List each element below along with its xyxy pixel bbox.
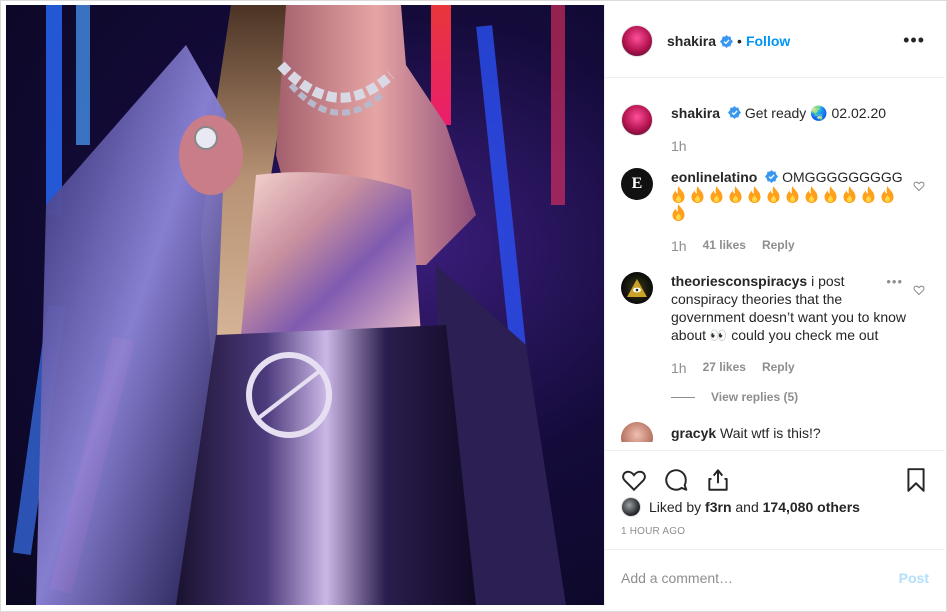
eye-pyramid-icon [627, 279, 647, 297]
fire-emoji-icon [824, 186, 837, 203]
commenter-avatar[interactable]: E [621, 168, 653, 200]
caption-avatar[interactable] [621, 104, 653, 136]
post-actions-bar [605, 450, 945, 498]
commenter-username[interactable]: theoriesconspiracys [671, 273, 807, 289]
view-replies-line [671, 396, 695, 398]
comment-like-heart-icon[interactable] [913, 284, 925, 296]
liker-avatar[interactable] [621, 497, 641, 517]
caption-username[interactable]: shakira [671, 105, 720, 121]
fire-emoji-icon [672, 204, 685, 221]
comment-time[interactable]: 1h [671, 360, 687, 376]
instagram-post: shakira • Follow ••• shakira Get ready 🌏… [0, 0, 947, 612]
commenter-avatar[interactable] [621, 272, 653, 304]
liked-by-and: and [735, 499, 759, 515]
comment-more-options-icon[interactable]: ••• [886, 274, 903, 289]
verified-badge-icon [765, 170, 779, 183]
separator-dot: • [737, 33, 742, 49]
comments-list[interactable]: shakira Get ready 🌏 02.02.20 1h E eonlin… [605, 78, 945, 450]
photo-illustration [12, 5, 566, 605]
post-side-panel: shakira • Follow ••• shakira Get ready 🌏… [604, 5, 945, 605]
more-options-icon[interactable]: ••• [903, 31, 925, 49]
view-replies-label: View replies (5) [711, 390, 799, 404]
verified-badge-icon [727, 106, 741, 119]
add-comment-input[interactable] [621, 569, 899, 586]
view-replies-button[interactable]: View replies (5) [671, 390, 929, 404]
verified-badge-icon [720, 34, 734, 48]
liked-by-prefix: Liked by [649, 499, 702, 515]
commenter-avatar[interactable] [621, 422, 653, 442]
fire-emoji-icon [881, 186, 894, 203]
post-header: shakira • Follow ••• [605, 5, 945, 78]
follow-button[interactable]: Follow [746, 33, 790, 49]
caption-time[interactable]: 1h [671, 138, 687, 154]
post-time-ago[interactable]: 1 HOUR AGO [621, 526, 685, 537]
post-photo[interactable] [6, 5, 604, 605]
fire-emoji-icon [767, 186, 780, 203]
eonline-logo-icon: E [631, 175, 643, 192]
bookmark-icon[interactable] [903, 467, 929, 493]
comment-text: Wait wtf is this!? [720, 425, 821, 441]
comment-item-partial: gracyk Wait wtf is this!? [621, 422, 929, 442]
caption-text: Get ready 🌏 02.02.20 [744, 105, 887, 121]
liked-by-others[interactable]: 174,080 others [763, 499, 860, 515]
comment-likes[interactable]: 27 likes [703, 360, 746, 376]
caption: shakira Get ready 🌏 02.02.20 1h [621, 78, 929, 154]
fire-emoji-icon [786, 186, 799, 203]
comment-like-heart-icon[interactable] [913, 180, 925, 192]
post-comment-button[interactable]: Post [899, 570, 929, 586]
reply-button[interactable]: Reply [762, 360, 795, 376]
author-avatar[interactable] [621, 25, 653, 57]
liked-by: Liked by f3rn and 174,080 others [621, 497, 929, 517]
fire-emoji-icon [843, 186, 856, 203]
comment-item: theoriesconspiracys i post conspiracy th… [621, 254, 929, 376]
comment-time[interactable]: 1h [671, 238, 687, 254]
fire-emoji-icon [862, 186, 875, 203]
heart-icon[interactable] [621, 467, 647, 493]
fire-emoji-icon [691, 186, 704, 203]
comment-text: OMGGGGGGGGG [782, 169, 903, 185]
commenter-username[interactable]: gracyk [671, 425, 716, 441]
liked-by-user[interactable]: f3rn [705, 499, 731, 515]
author-username[interactable]: shakira [667, 33, 716, 49]
commenter-username[interactable]: eonlinelatino [671, 169, 757, 185]
fire-emoji-icon [672, 186, 685, 203]
fire-emoji-icon [805, 186, 818, 203]
share-icon[interactable] [705, 467, 731, 493]
add-comment-bar: Post [605, 549, 945, 605]
fire-emoji-icon [710, 186, 723, 203]
fire-emoji-row [671, 186, 899, 221]
comment-likes[interactable]: 41 likes [703, 238, 746, 254]
comment-item: E eonlinelatino OMGGGGGGGGG 1h 41 likes … [621, 154, 929, 254]
comment-icon[interactable] [663, 467, 689, 493]
fire-emoji-icon [748, 186, 761, 203]
fire-emoji-icon [729, 186, 742, 203]
reply-button[interactable]: Reply [762, 238, 795, 254]
